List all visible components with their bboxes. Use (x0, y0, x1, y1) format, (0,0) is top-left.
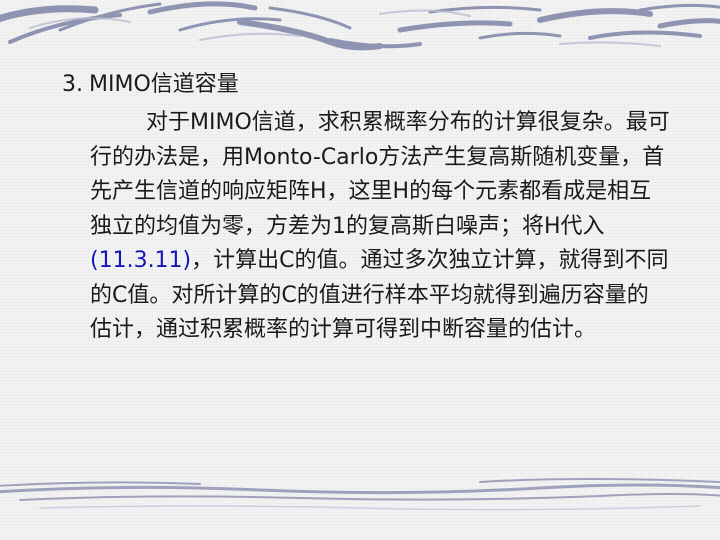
bottom-brush-decoration (0, 478, 720, 511)
title-text: MIMO信道容量 (89, 72, 239, 97)
equation-reference: (11.3.11) (90, 248, 192, 273)
body-paragraph: 对于MIMO信道，求积累概率分布的计算很复杂。最可行的办法是，用Monto-Ca… (90, 106, 670, 348)
slide: 3. MIMO信道容量 对于MIMO信道，求积累概率分布的计算很复杂。最可行的办法… (0, 0, 720, 540)
title-number: 3. (62, 72, 83, 97)
paragraph-part-1: 对于MIMO信道，求积累概率分布的计算很复杂。最可行的办法是，用Monto-Ca… (90, 110, 670, 239)
top-brush-decoration (0, 1, 720, 51)
slide-title: 3. MIMO信道容量 (62, 66, 239, 98)
